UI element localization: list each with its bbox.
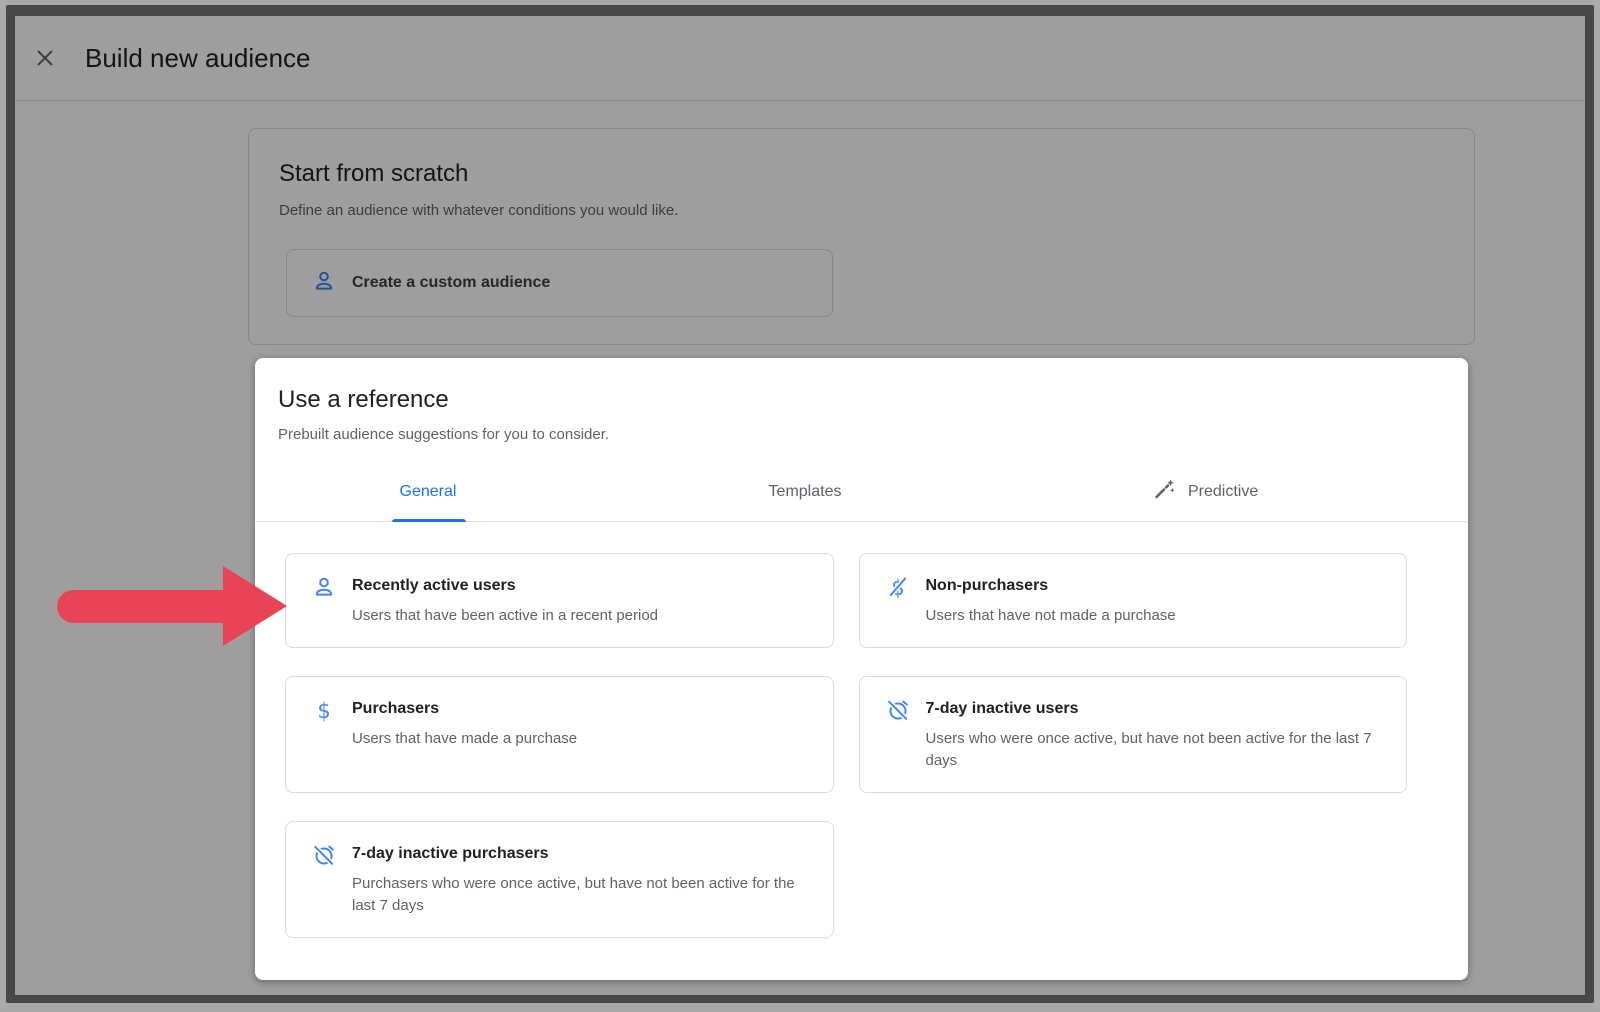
tabs-row: General Templates: [255, 462, 1468, 522]
card-title: 7-day inactive users: [926, 699, 1381, 719]
tab-templates[interactable]: Templates: [769, 462, 842, 521]
alarm-off-icon: [312, 843, 336, 867]
card-description: Users that have not made a purchase: [926, 605, 1176, 627]
card-description: Purchasers who were once active, but hav…: [352, 873, 807, 917]
audience-card-7-day-inactive-purchasers[interactable]: 7-day inactive purchasers Purchasers who…: [285, 821, 834, 938]
active-tab-underline: [392, 519, 466, 522]
screenshot-frame: Build new audience Start from scratch De…: [6, 5, 1594, 1003]
audience-cards-grid: Recently active users Users that have be…: [285, 553, 1407, 938]
screenshot-root: Build new audience Start from scratch De…: [0, 0, 1600, 1012]
tab-general-label: General: [400, 483, 457, 501]
card-description: Users that have been active in a recent …: [352, 605, 658, 627]
tab-templates-label: Templates: [769, 483, 842, 501]
use-a-reference-section: Use a reference Prebuilt audience sugges…: [255, 358, 1468, 980]
card-description: Users that have made a purchase: [352, 728, 577, 750]
tab-predictive[interactable]: Predictive: [1152, 462, 1258, 521]
build-audience-dialog: Build new audience Start from scratch De…: [15, 16, 1585, 995]
red-arrow-annotation: [55, 564, 290, 653]
use-a-reference-title: Use a reference: [278, 385, 449, 415]
audience-card-7-day-inactive-users[interactable]: 7-day inactive users Users who were once…: [859, 676, 1408, 793]
card-title: Purchasers: [352, 699, 577, 719]
card-title: Non-purchasers: [926, 576, 1176, 596]
tab-general[interactable]: General: [400, 462, 457, 521]
audience-card-purchasers[interactable]: $ Purchasers Users that have made a purc…: [285, 676, 834, 793]
money-off-icon: $: [886, 575, 910, 599]
card-title: Recently active users: [352, 576, 658, 596]
use-a-reference-subtitle: Prebuilt audience suggestions for you to…: [278, 425, 609, 445]
person-icon: [312, 575, 336, 599]
tab-predictive-label: Predictive: [1188, 483, 1258, 501]
audience-card-non-purchasers[interactable]: $ Non-purchasers Users that have not mad…: [859, 553, 1408, 648]
alarm-off-icon: [886, 698, 910, 722]
audience-card-recently-active-users[interactable]: Recently active users Users that have be…: [285, 553, 834, 648]
magic-wand-icon: [1152, 477, 1176, 506]
dollar-icon: $: [312, 698, 336, 722]
card-description: Users who were once active, but have not…: [926, 728, 1381, 772]
card-title: 7-day inactive purchasers: [352, 844, 807, 864]
svg-text:$: $: [317, 699, 330, 722]
